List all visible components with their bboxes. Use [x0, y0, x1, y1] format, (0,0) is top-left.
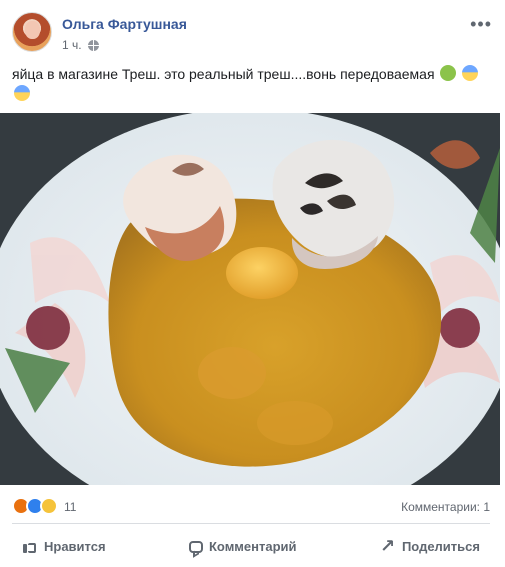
- fear-face-icon: [462, 65, 479, 81]
- sick-face-icon: [440, 65, 457, 81]
- author-avatar[interactable]: [12, 12, 52, 52]
- comment-button[interactable]: Комментарий: [179, 535, 307, 558]
- post-text: яйца в магазине Треш. это реальный треш.…: [12, 64, 492, 104]
- author-name[interactable]: Ольга Фартушная: [62, 16, 187, 32]
- post-time[interactable]: 1 ч.: [62, 38, 82, 52]
- reaction-count[interactable]: 11: [64, 500, 76, 514]
- photo-illustration: [0, 113, 500, 485]
- wow-reaction-icon[interactable]: [40, 497, 58, 515]
- post-text-content: яйца в магазине Треш. это реальный треш.…: [12, 66, 435, 82]
- globe-icon: [87, 39, 99, 51]
- like-button[interactable]: Нравится: [12, 534, 116, 558]
- like-label: Нравится: [44, 538, 106, 554]
- post-header: Ольга Фартушная 1 ч. •••: [12, 12, 492, 56]
- comment-icon: [188, 541, 203, 553]
- share-label: Поделиться: [401, 538, 480, 554]
- reactions-bar: 11 Комментарии: 1: [12, 497, 490, 517]
- fear-face-icon-2: [14, 85, 30, 101]
- post-actions: Нравится Комментарий Поделиться: [12, 531, 490, 561]
- comments-count[interactable]: Комментарии: 1: [401, 500, 490, 514]
- facebook-post: Ольга Фартушная 1 ч. ••• яйца в магазине…: [0, 0, 505, 567]
- share-button[interactable]: Поделиться: [370, 534, 490, 558]
- comment-label: Комментарий: [208, 538, 297, 554]
- share-icon: [380, 536, 396, 557]
- post-meta: 1 ч.: [62, 38, 99, 52]
- thumbs-up-icon: [22, 538, 38, 554]
- actions-divider: [12, 523, 490, 524]
- more-options-icon[interactable]: •••: [470, 14, 492, 35]
- post-photo[interactable]: [0, 113, 500, 485]
- avatar-face: [25, 21, 40, 39]
